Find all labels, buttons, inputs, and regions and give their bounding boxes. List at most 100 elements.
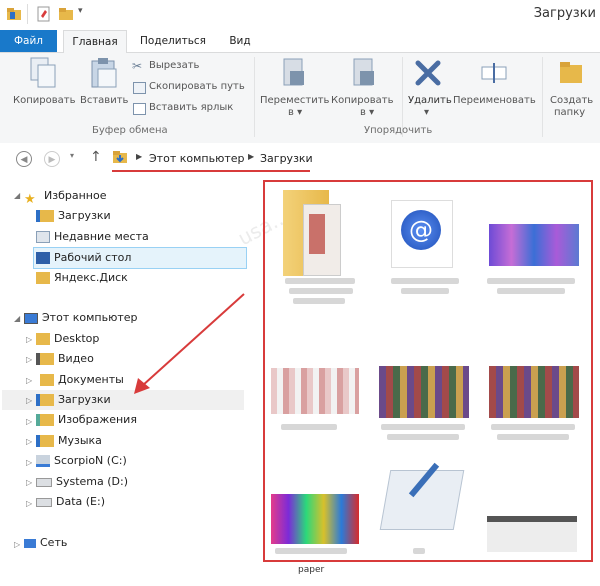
drive-icon (36, 477, 52, 487)
delete-button[interactable]: Удалить ▾ (404, 55, 452, 119)
paste-shortcut-label: Вставить ярлык (149, 102, 234, 113)
collapse-icon[interactable]: ◢ (14, 191, 20, 200)
quick-access-dropdown-icon[interactable]: ▾ (78, 6, 94, 22)
rename-button[interactable]: Переименовать (452, 55, 538, 119)
tree-item-drive-c[interactable]: ScorpioN (C:) (36, 451, 127, 471)
tree-item-drive-e[interactable]: Data (E:) (36, 492, 105, 512)
images-folder-icon (36, 414, 54, 426)
collapse-icon[interactable]: ◢ (14, 314, 20, 323)
address-highlight-underline (112, 170, 310, 172)
file-view: @ (263, 180, 593, 562)
expand-icon[interactable]: ▷ (14, 540, 20, 549)
move-to-arrow: в ▾ (288, 107, 303, 118)
breadcrumb-chevron-icon: ▶ (136, 152, 143, 161)
expand-icon[interactable]: ▷ (26, 478, 32, 487)
explorer-icon[interactable] (6, 6, 22, 22)
tree-item-images[interactable]: Изображения (36, 410, 137, 430)
expand-icon[interactable]: ▷ (26, 355, 32, 364)
copy-label: Копировать (13, 95, 76, 106)
tree-label: Рабочий стол (54, 251, 132, 264)
move-to-label: Переместить (260, 95, 330, 106)
cut-button[interactable]: ✂ Вырезать (132, 59, 242, 75)
file-thumbnail[interactable] (273, 188, 363, 276)
file-thumbnail[interactable]: @ (381, 200, 471, 270)
tree-item-video[interactable]: Видео (36, 349, 94, 369)
title-bar: ▾ Загрузки (0, 0, 600, 30)
file-name-placeholder (401, 288, 449, 294)
move-to-button[interactable]: Переместить в ▾ (258, 55, 330, 119)
paste-shortcut-button[interactable]: Вставить ярлык (132, 101, 242, 117)
expand-icon[interactable]: ▷ (26, 437, 32, 446)
file-thumbnail[interactable] (379, 460, 471, 530)
rename-icon (481, 63, 507, 83)
tree-label: Видео (58, 352, 94, 365)
file-name-placeholder (391, 278, 459, 284)
file-name-placeholder (381, 424, 465, 430)
file-name-placeholder (387, 434, 459, 440)
tree-item-downloads[interactable]: Загрузки (36, 390, 111, 410)
tree-label: Недавние места (54, 230, 149, 243)
tree-item-drive-d[interactable]: Systema (D:) (36, 472, 128, 492)
recent-places-icon (36, 231, 50, 243)
copy-to-label: Копировать (331, 95, 394, 106)
tree-item-music[interactable]: Музыка (36, 431, 102, 451)
computer-icon (24, 312, 38, 324)
file-name-placeholder (293, 298, 345, 304)
tree-label: Сеть (40, 536, 68, 549)
tree-label: ScorpioN (C:) (54, 454, 127, 467)
paste-button[interactable]: Вставить (78, 55, 128, 115)
copy-to-button[interactable]: Копировать в ▾ (330, 55, 402, 119)
tree-item-downloads-favorite[interactable]: Загрузки (36, 206, 111, 226)
new-folder-button[interactable]: Создать папку (546, 55, 596, 119)
recent-dropdown-icon[interactable]: ▾ (70, 151, 74, 160)
system-drive-icon (36, 455, 50, 467)
forward-button[interactable]: ▶ (44, 151, 60, 167)
tree-item-desktop[interactable]: Desktop (36, 329, 99, 349)
up-arrow-icon[interactable]: ↑ (90, 149, 102, 165)
tree-item-favorites[interactable]: ★ Избранное (24, 186, 107, 207)
tree-label: Избранное (44, 189, 107, 202)
expand-icon[interactable]: ▷ (26, 417, 32, 426)
tree-label: Загрузки (58, 393, 111, 406)
expand-icon[interactable]: ▷ (26, 376, 32, 385)
tree-label: Документы (58, 373, 124, 386)
file-name-placeholder (487, 278, 575, 284)
move-to-icon (283, 58, 304, 86)
tree-label: Музыка (58, 434, 102, 447)
copy-to-arrow: в ▾ (360, 107, 375, 118)
properties-icon[interactable] (36, 6, 52, 22)
expand-icon[interactable]: ▷ (26, 458, 32, 467)
video-folder-icon (36, 353, 54, 365)
copy-button[interactable]: Копировать (10, 55, 78, 115)
breadcrumb-this-pc[interactable]: Этот компьютер (149, 152, 245, 165)
back-button[interactable]: ◀ (16, 151, 32, 167)
copy-path-button[interactable]: Скопировать путь (132, 80, 250, 96)
tree-label: Изображения (58, 413, 137, 426)
delete-arrow: ▾ (424, 107, 430, 118)
tree-label: Загрузки (58, 209, 111, 222)
rename-label: Переименовать (453, 95, 536, 106)
documents-folder-icon (36, 374, 54, 386)
new-folder-label-2: папку (554, 107, 586, 118)
breadcrumb-downloads[interactable]: Загрузки (260, 152, 313, 165)
copy-path-icon (133, 82, 146, 94)
music-folder-icon (36, 435, 54, 447)
tree-item-network[interactable]: Сеть (24, 533, 67, 553)
tree-item-recent[interactable]: Недавние места (36, 227, 149, 247)
file-thumbnail[interactable] (487, 516, 577, 586)
expand-icon[interactable]: ▷ (26, 335, 32, 344)
file-name-placeholder (413, 548, 425, 554)
tree-item-documents[interactable]: Документы (36, 370, 124, 390)
new-folder-icon[interactable] (58, 6, 74, 22)
tab-share[interactable]: Поделиться (138, 30, 208, 52)
tab-home[interactable]: Главная (63, 30, 127, 54)
tree-item-desktop-favorite[interactable]: Рабочий стол (33, 247, 247, 269)
expand-icon[interactable]: ▷ (26, 499, 32, 508)
annotation-arrow (134, 293, 245, 394)
ribbon: Копировать Вставить ✂ Вырезать Скопирова… (0, 53, 600, 144)
tab-view[interactable]: Вид (222, 30, 258, 52)
expand-icon[interactable]: ▷ (26, 396, 32, 405)
tab-file[interactable]: Файл (0, 30, 57, 52)
breadcrumb-chevron-icon: ▶ (248, 152, 255, 161)
tree-item-yandex-disk[interactable]: Яндекс.Диск (36, 268, 128, 288)
